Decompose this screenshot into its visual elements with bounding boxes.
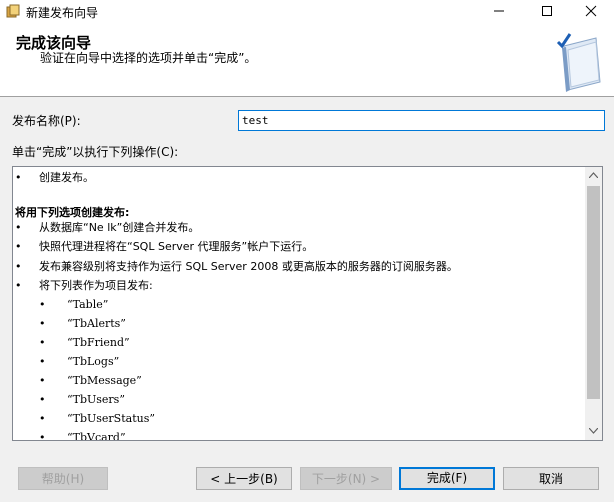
back-button[interactable]: < 上一步(B) [196, 467, 292, 490]
cancel-button[interactable]: 取消 [503, 467, 599, 490]
actions-label: 单击“完成”以执行下列操作(C): [12, 145, 179, 159]
wizard-header: 完成该向导 验证在向导中选择的选项并单击“完成”。 [0, 22, 614, 97]
chevron-up-icon [589, 172, 598, 178]
finish-button[interactable]: 完成(F) [399, 467, 495, 490]
title-bar: 新建发布向导 [0, 0, 614, 22]
scroll-thumb[interactable] [587, 186, 600, 399]
help-button[interactable]: 帮助(H) [18, 467, 108, 490]
close-icon [585, 5, 597, 17]
summary-textbox[interactable]: • 创建发布。 将用下列选项创建发布: • 从数据库“Ne lk”创建合并发布。… [12, 166, 603, 441]
maximize-button[interactable] [524, 0, 570, 22]
maximize-icon [542, 6, 552, 16]
wizard-book-check-icon [556, 33, 601, 92]
publication-name-input[interactable] [238, 110, 605, 131]
vertical-scrollbar[interactable] [585, 167, 602, 440]
scroll-up-button[interactable] [585, 167, 602, 184]
minimize-button[interactable] [476, 0, 522, 22]
minimize-icon [494, 10, 504, 12]
scroll-down-button[interactable] [585, 423, 602, 440]
close-button[interactable] [568, 0, 614, 22]
app-icon [6, 4, 20, 18]
page-subtitle: 验证在向导中选择的选项并单击“完成”。 [40, 51, 257, 65]
chevron-down-icon [589, 428, 598, 434]
publication-name-label: 发布名称(P): [12, 114, 81, 128]
window-title: 新建发布向导 [26, 6, 99, 20]
next-button[interactable]: 下一步(N) > [300, 467, 392, 490]
